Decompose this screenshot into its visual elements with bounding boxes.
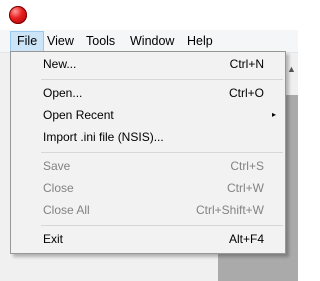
menu-separator [41, 225, 283, 226]
menu-item-label: Open Recent [43, 108, 114, 122]
menu-item-import-ini[interactable]: Import .ini file (NSIS)... [12, 126, 284, 148]
menu-item-label: New... [43, 57, 77, 71]
menu-item-shortcut: Ctrl+O [228, 86, 264, 100]
menu-item-exit[interactable]: Exit Alt+F4 [12, 228, 284, 250]
menu-help[interactable]: Help [181, 33, 219, 49]
menu-item-new[interactable]: New... Ctrl+N [12, 53, 284, 75]
menu-tools[interactable]: Tools [80, 33, 121, 49]
menu-item-label: Close [43, 181, 74, 195]
menu-view[interactable]: View [41, 33, 80, 49]
scroll-up-arrow-icon[interactable]: ▲ [287, 59, 296, 79]
menu-window[interactable]: Window [124, 33, 180, 49]
menu-item-label: Exit [43, 232, 64, 246]
menu-item-open-recent[interactable]: Open Recent ▸ [12, 104, 284, 126]
menu-item-label: Close All [43, 203, 90, 217]
menu-item-save[interactable]: Save Ctrl+S [12, 155, 284, 177]
menu-file[interactable]: File [10, 31, 45, 52]
menu-item-close[interactable]: Close Ctrl+W [12, 177, 284, 199]
title-bar [0, 0, 298, 30]
menu-item-label: Import .ini file (NSIS)... [43, 130, 164, 144]
file-menu-dropdown: New... Ctrl+N Open... Ctrl+O Open Recent… [10, 51, 286, 254]
menu-item-shortcut: Ctrl+N [229, 57, 264, 71]
menu-item-shortcut: Ctrl+W [227, 181, 264, 195]
menu-item-close-all[interactable]: Close All Ctrl+Shift+W [12, 199, 284, 221]
menu-item-label: Save [43, 159, 71, 173]
submenu-arrow-icon: ▸ [271, 110, 276, 119]
menu-bar: File View Tools Window Help [0, 30, 298, 53]
menu-separator [41, 79, 283, 80]
menu-item-open[interactable]: Open... Ctrl+O [12, 82, 284, 104]
menu-separator [41, 152, 283, 153]
menu-item-shortcut: Ctrl+Shift+W [195, 203, 264, 217]
menu-item-label: Open... [43, 86, 83, 100]
menu-item-shortcut: Ctrl+S [230, 159, 264, 173]
app-icon[interactable] [9, 6, 27, 24]
menu-item-shortcut: Alt+F4 [228, 232, 264, 246]
